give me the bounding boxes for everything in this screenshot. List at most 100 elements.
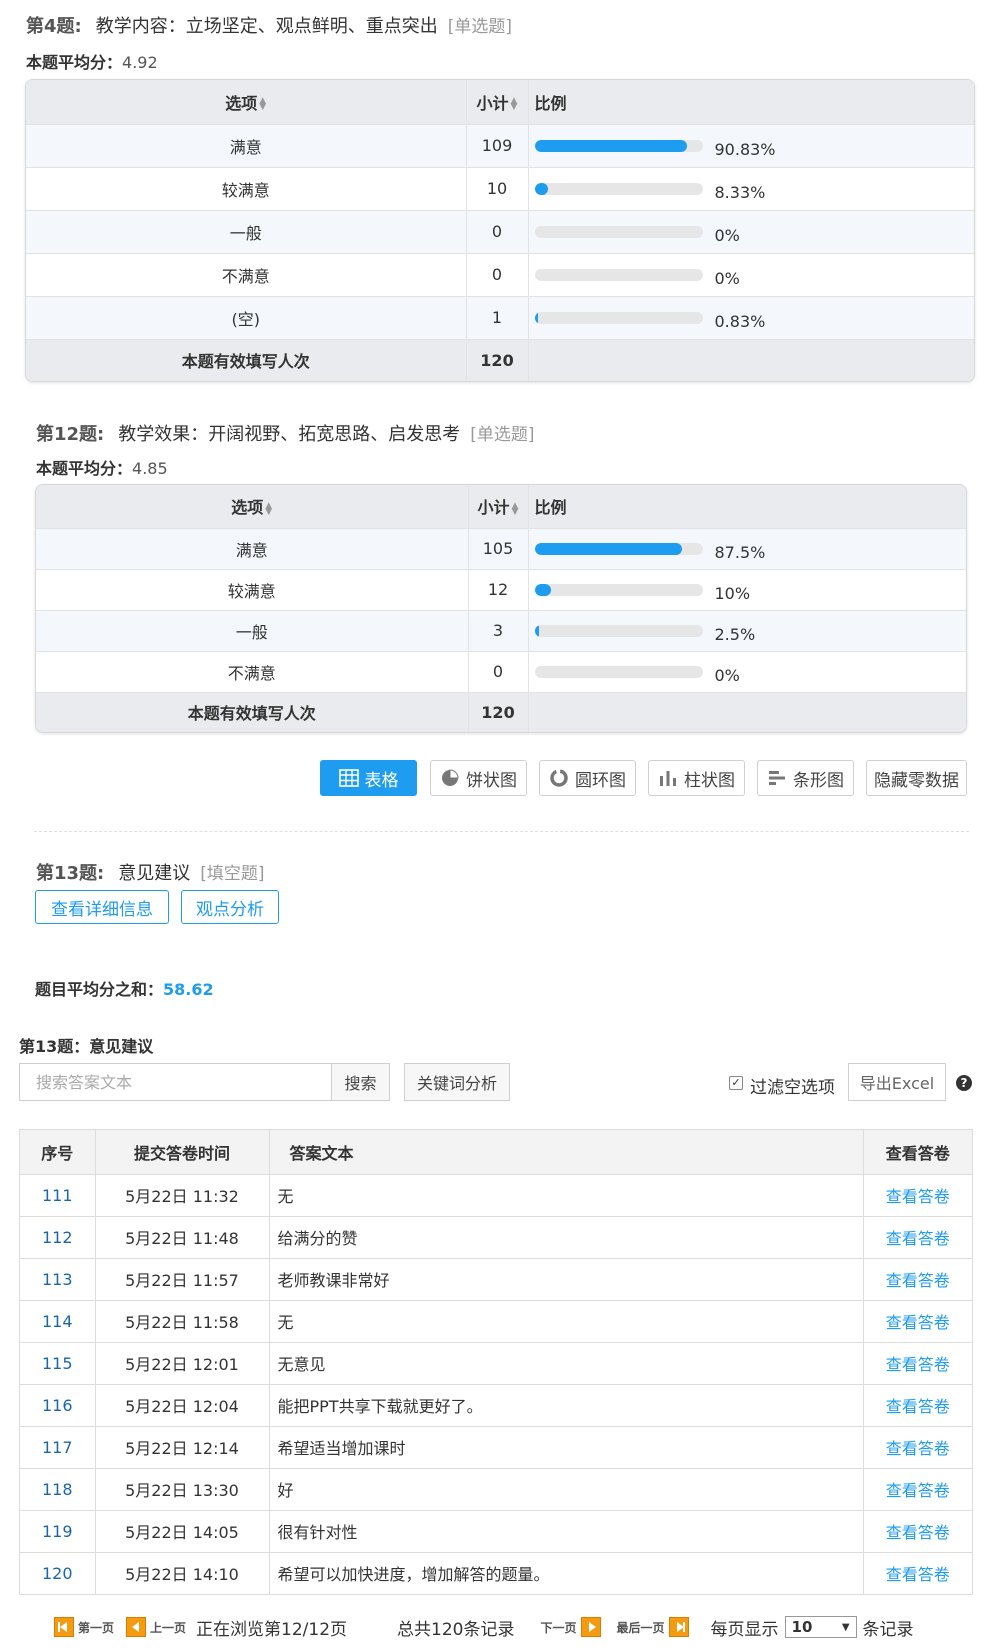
table-row: 117 5月22日 12:14 希望适当增加课时 查看答卷	[20, 1425, 972, 1468]
view-answer-link[interactable]: 查看答卷	[862, 1383, 972, 1426]
table-row: 119 5月22日 14:05 很有针对性 查看答卷	[20, 1509, 972, 1552]
table-row: 116 5月22日 12:04 能把PPT共享下载就更好了。 查看答卷	[20, 1383, 972, 1426]
row-time: 5月22日 14:05	[94, 1509, 269, 1552]
answers-table: 序号 提交答卷时间 答案文本 查看答卷 111 5月22日 11:32 无查看答卷 1…	[19, 1129, 973, 1595]
progress-bar	[534, 312, 703, 324]
hide-zero-button[interactable]: 隐藏零数据	[866, 760, 967, 796]
column-chart-button[interactable]: 柱状图	[648, 760, 745, 796]
option-label: (空)	[26, 295, 466, 339]
option-percent: 8.33%	[714, 182, 766, 202]
option-count: 0	[465, 252, 529, 296]
row-seq: 113	[20, 1257, 95, 1300]
q4-header-option[interactable]: 选项 ▲ ▼	[26, 80, 466, 124]
pie-chart-button[interactable]: 饼状图	[430, 760, 527, 796]
row-text: 很有针对性	[268, 1509, 863, 1552]
option-row: (空) 1 0.83%	[26, 295, 974, 339]
row-seq: 116	[20, 1383, 95, 1426]
page-status: 正在浏览第12/12页	[196, 1619, 348, 1640]
search-button[interactable]: 搜索	[331, 1063, 390, 1101]
next-page-link[interactable]: 下一页	[540, 1619, 576, 1636]
table-view-button[interactable]: 表格	[320, 760, 417, 796]
view-answer-link[interactable]: 查看答卷	[862, 1509, 972, 1552]
row-text: 好	[268, 1467, 863, 1510]
bar-chart-button[interactable]: 条形图	[757, 760, 854, 796]
progress-bar	[534, 543, 703, 555]
section-divider	[34, 831, 969, 832]
option-ratio: 10%	[528, 568, 966, 610]
total-value: 120	[467, 691, 529, 732]
row-text: 无	[268, 1299, 863, 1342]
export-excel-button[interactable]: 导出Excel	[848, 1063, 946, 1101]
filter-empty-checkbox[interactable]: ✓	[729, 1076, 743, 1090]
option-percent: 2.5%	[714, 624, 756, 644]
last-page-link[interactable]: 最后一页	[617, 1619, 665, 1636]
option-label: 较满意	[26, 166, 466, 210]
view-answer-link[interactable]: 查看答卷	[862, 1215, 972, 1258]
q4-header-count[interactable]: 小计 ▲ ▼	[465, 80, 529, 124]
bar-chart-icon	[769, 771, 785, 785]
row-text: 无意见	[268, 1341, 863, 1384]
view-details-button[interactable]: 查看详细信息	[35, 890, 169, 924]
row-time: 5月22日 11:48	[94, 1215, 269, 1258]
help-icon[interactable]: ?	[956, 1075, 972, 1091]
first-page-icon[interactable]	[54, 1617, 74, 1637]
prev-page-link[interactable]: 上一页	[150, 1619, 186, 1636]
filter-empty-label: 过滤空选项	[750, 1078, 835, 1098]
row-time: 5月22日 11:58	[94, 1299, 269, 1342]
answer-search-input[interactable]	[19, 1063, 331, 1101]
row-time: 5月22日 12:14	[94, 1425, 269, 1468]
view-answer-link[interactable]: 查看答卷	[862, 1341, 972, 1384]
view-answer-link[interactable]: 查看答卷	[862, 1467, 972, 1510]
row-time: 5月22日 11:32	[94, 1173, 269, 1216]
sort-icon: ▲ ▼	[510, 96, 518, 113]
q4-average-label: 本题平均分：	[26, 53, 123, 72]
row-seq: 111	[20, 1173, 95, 1216]
q12-header-option[interactable]: 选项 ▲ ▼	[36, 485, 468, 528]
option-label: 不满意	[36, 650, 468, 692]
per-page-select[interactable]: 10 ▼	[784, 1616, 857, 1638]
option-label: 不满意	[26, 252, 466, 296]
view-answer-link[interactable]: 查看答卷	[862, 1173, 972, 1216]
first-page-link[interactable]: 第一页	[78, 1619, 114, 1636]
q4-average: 本题平均分：4.92	[26, 49, 158, 73]
progress-bar	[534, 226, 703, 238]
row-seq: 112	[20, 1215, 95, 1258]
table-row: 112 5月22日 11:48 给满分的赞 查看答卷	[20, 1215, 972, 1258]
option-label: 较满意	[36, 568, 468, 610]
row-text: 希望适当增加课时	[268, 1425, 863, 1468]
total-row: 本题有效填写人次 120	[26, 338, 974, 381]
header-text: 答案文本	[268, 1130, 863, 1174]
ring-chart-button[interactable]: 圆环图	[539, 760, 636, 796]
q13-type: [填空题]	[200, 864, 265, 884]
q12-type: [单选题]	[470, 425, 535, 445]
q12-header-count[interactable]: 小计 ▲ ▼	[467, 485, 529, 528]
row-text: 能把PPT共享下载就更好了。	[268, 1383, 863, 1426]
keyword-analysis-button[interactable]: 关键词分析	[404, 1063, 510, 1101]
option-row: 满意 109 90.83%	[26, 123, 974, 167]
option-percent: 0.83%	[714, 311, 766, 331]
average-sum: 题目平均分之和：58.62	[35, 976, 214, 1000]
last-page-icon[interactable]	[668, 1617, 689, 1637]
progress-bar	[534, 584, 703, 596]
view-answer-link[interactable]: 查看答卷	[862, 1257, 972, 1300]
next-page-icon[interactable]	[580, 1617, 601, 1637]
view-answer-link[interactable]: 查看答卷	[862, 1299, 972, 1342]
q13-title: 第13题: 意见建议 [填空题]	[36, 859, 265, 885]
q12-text: 教学效果：开阔视野、拓宽思路、启发思考	[118, 424, 461, 445]
column-chart-icon	[660, 771, 676, 786]
table-row: 120 5月22日 14:10 希望可以加快进度，增加解答的题量。 查看答卷	[20, 1551, 972, 1594]
view-answer-link[interactable]: 查看答卷	[862, 1425, 972, 1468]
pie-chart-icon	[442, 769, 459, 786]
progress-bar	[534, 666, 703, 678]
progress-bar	[534, 269, 703, 281]
opinion-analysis-button[interactable]: 观点分析	[181, 890, 279, 924]
view-answer-link[interactable]: 查看答卷	[862, 1551, 972, 1594]
total-empty	[528, 691, 966, 732]
prev-page-icon[interactable]	[126, 1617, 147, 1637]
row-text: 老师教课非常好	[268, 1257, 863, 1300]
row-time: 5月22日 14:10	[94, 1551, 269, 1594]
row-seq: 117	[20, 1425, 95, 1468]
option-row: 较满意 12 10%	[36, 568, 966, 610]
bar-chart-label: 条形图	[793, 770, 844, 791]
option-label: 满意	[26, 123, 466, 167]
